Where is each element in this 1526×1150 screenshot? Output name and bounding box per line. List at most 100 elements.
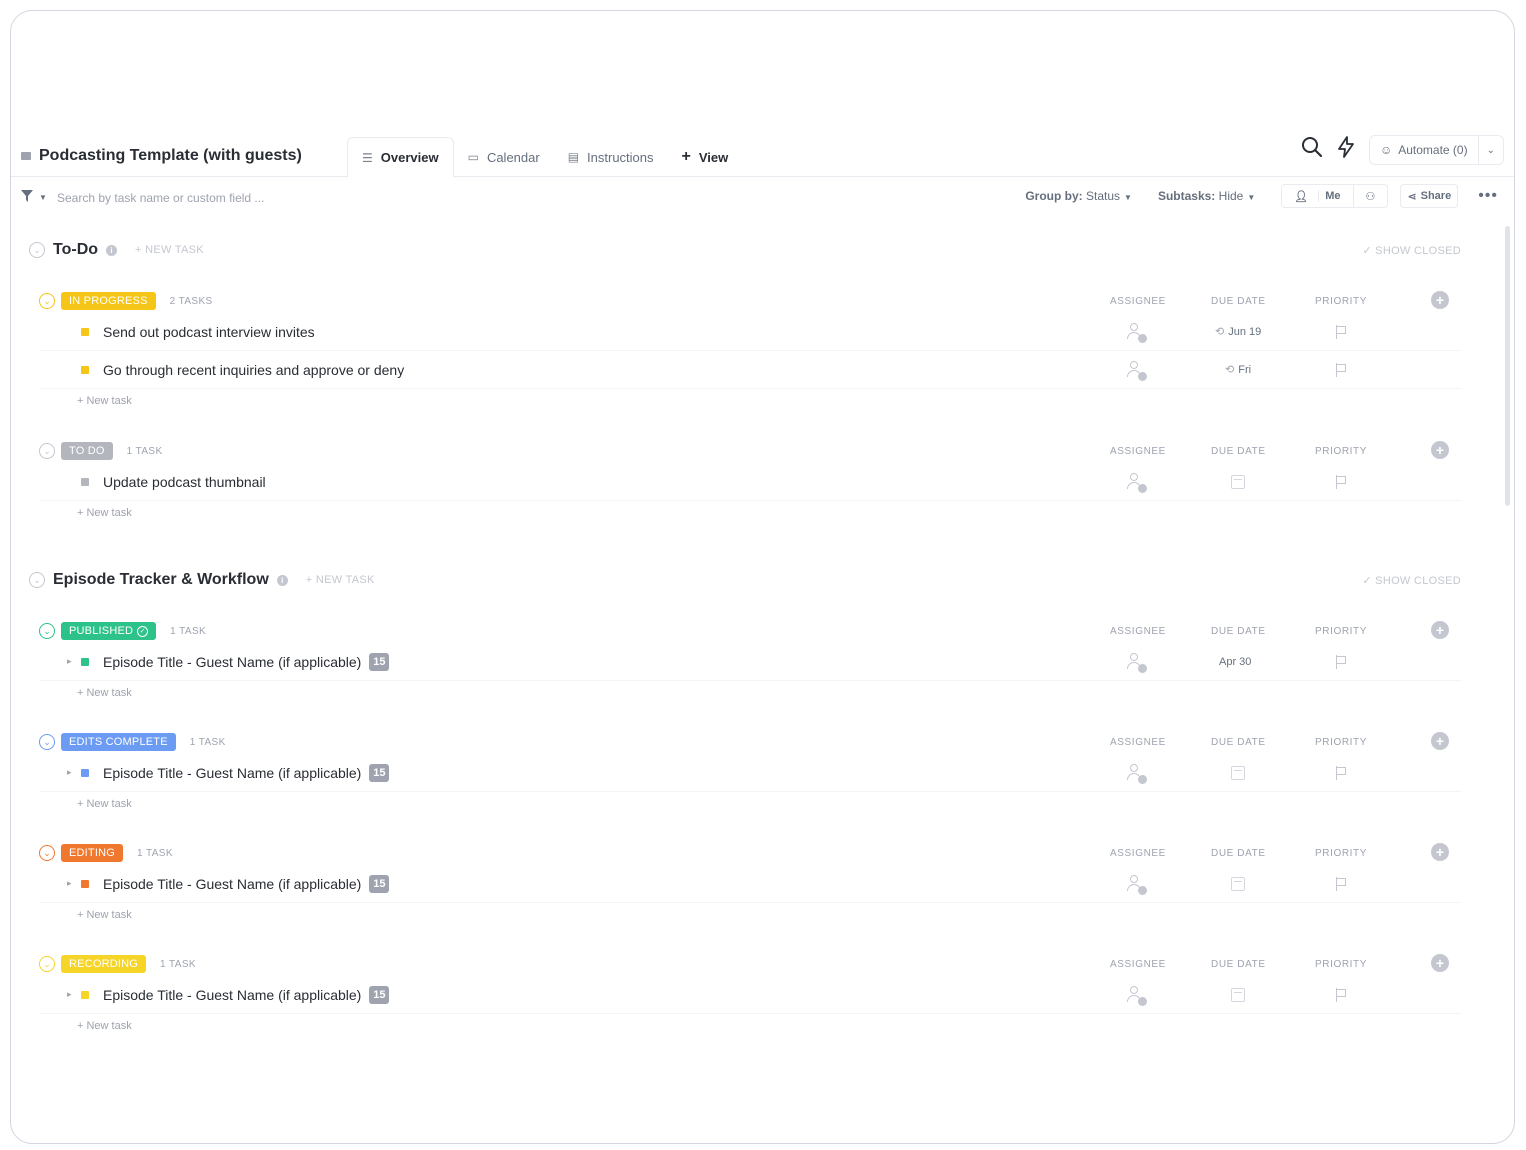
table-row[interactable]: Go through recent inquiries and approve … [39, 351, 1461, 389]
column-assignee[interactable]: ASSIGNEE [1110, 296, 1166, 307]
column-priority[interactable]: PRIORITY [1315, 296, 1367, 307]
collapse-icon[interactable]: ⌄ [39, 845, 55, 861]
lightning-icon[interactable] [1337, 136, 1355, 164]
due-date-cell[interactable] [1231, 765, 1245, 780]
priority-cell[interactable] [1335, 987, 1347, 1002]
column-due-date[interactable]: DUE DATE [1211, 959, 1266, 970]
due-date-cell[interactable]: ⟲ Jun 19 [1215, 325, 1261, 339]
priority-cell[interactable] [1335, 474, 1347, 489]
scrollbar[interactable] [1505, 226, 1510, 506]
due-date-cell[interactable] [1231, 987, 1245, 1002]
column-due-date[interactable]: DUE DATE [1211, 848, 1266, 859]
people-filter-button[interactable]: ⚇ [1352, 185, 1388, 207]
task-name[interactable]: Episode Title - Guest Name (if applicabl… [103, 763, 390, 782]
expand-arrow-icon[interactable]: ▸ [67, 989, 72, 1000]
chevron-down-icon[interactable]: ⌄ [1477, 136, 1503, 164]
due-date-cell[interactable] [1231, 876, 1245, 891]
status-badge[interactable]: EDITING [61, 844, 124, 862]
priority-cell[interactable] [1335, 324, 1347, 339]
expand-arrow-icon[interactable]: ▸ [67, 656, 72, 667]
task-name[interactable]: Episode Title - Guest Name (if applicabl… [103, 874, 390, 893]
column-assignee[interactable]: ASSIGNEE [1110, 626, 1166, 637]
priority-cell[interactable] [1335, 876, 1347, 891]
table-row[interactable]: ▸ Episode Title - Guest Name (if applica… [39, 754, 1461, 792]
due-date-cell[interactable]: ⟲ Fri [1225, 363, 1251, 377]
column-due-date[interactable]: DUE DATE [1211, 626, 1266, 637]
status-badge[interactable]: EDITS COMPLETE [61, 733, 176, 751]
table-row[interactable]: ▸ Episode Title - Guest Name (if applica… [39, 865, 1461, 903]
tab-overview[interactable]: ☰ Overview [347, 137, 454, 178]
table-row[interactable]: Update podcast thumbnail [39, 463, 1461, 501]
search-icon[interactable] [1301, 136, 1323, 164]
tab-calendar[interactable]: ▭ Calendar [454, 137, 554, 177]
status-badge[interactable]: IN PROGRESS [61, 292, 156, 310]
collapse-icon[interactable]: ⌄ [29, 242, 45, 258]
add-column-icon[interactable]: + [1431, 732, 1449, 750]
new-task-row[interactable]: + New task [39, 792, 1461, 816]
due-date-cell[interactable] [1231, 474, 1245, 489]
column-due-date[interactable]: DUE DATE [1211, 296, 1266, 307]
collapse-icon[interactable]: ⌄ [29, 572, 45, 588]
assignee-cell[interactable] [1125, 873, 1147, 895]
filter-button[interactable]: ▼ [21, 190, 47, 205]
column-priority[interactable]: PRIORITY [1315, 626, 1367, 637]
column-due-date[interactable]: DUE DATE [1211, 737, 1266, 748]
collapse-icon[interactable]: ⌄ [39, 956, 55, 972]
priority-cell[interactable] [1335, 362, 1347, 377]
new-task-row[interactable]: + New task [39, 681, 1461, 705]
add-column-icon[interactable]: + [1431, 291, 1449, 309]
due-date-cell[interactable]: Apr 30 [1219, 656, 1251, 668]
add-column-icon[interactable]: + [1431, 441, 1449, 459]
new-task-button[interactable]: + NEW TASK [135, 244, 204, 256]
assignee-cell[interactable] [1125, 984, 1147, 1006]
show-closed-button[interactable]: ✓ SHOW CLOSED [1362, 244, 1461, 257]
task-name[interactable]: Update podcast thumbnail [103, 474, 266, 490]
assignee-cell[interactable] [1125, 359, 1147, 381]
column-priority[interactable]: PRIORITY [1315, 959, 1367, 970]
share-button[interactable]: ⋖ Share [1400, 184, 1459, 208]
new-task-row[interactable]: + New task [39, 1014, 1461, 1038]
column-assignee[interactable]: ASSIGNEE [1110, 737, 1166, 748]
info-icon[interactable]: i [106, 244, 118, 256]
table-row[interactable]: ▸ Episode Title - Guest Name (if applica… [39, 976, 1461, 1014]
collapse-icon[interactable]: ⌄ [39, 623, 55, 639]
show-closed-button[interactable]: ✓ SHOW CLOSED [1362, 574, 1461, 587]
priority-cell[interactable] [1335, 765, 1347, 780]
subtasks-dropdown[interactable]: Subtasks: Hide ▼ [1158, 189, 1255, 203]
table-row[interactable]: ▸ Episode Title - Guest Name (if applica… [39, 643, 1461, 681]
priority-cell[interactable] [1335, 654, 1347, 669]
status-badge[interactable]: TO DO [61, 442, 113, 460]
column-due-date[interactable]: DUE DATE [1211, 446, 1266, 457]
task-name[interactable]: Go through recent inquiries and approve … [103, 362, 404, 378]
column-assignee[interactable]: ASSIGNEE [1110, 959, 1166, 970]
new-task-row[interactable]: + New task [39, 903, 1461, 927]
assignee-cell[interactable] [1125, 321, 1147, 343]
collapse-icon[interactable]: ⌄ [39, 293, 55, 309]
task-name[interactable]: Episode Title - Guest Name (if applicabl… [103, 652, 390, 671]
task-name[interactable]: Send out podcast interview invites [103, 324, 315, 340]
search-input[interactable] [57, 184, 357, 212]
assignee-cell[interactable] [1125, 762, 1147, 784]
column-priority[interactable]: PRIORITY [1315, 446, 1367, 457]
expand-arrow-icon[interactable]: ▸ [67, 767, 72, 778]
info-icon[interactable]: i [276, 574, 288, 586]
assignee-cell[interactable] [1125, 651, 1147, 673]
column-priority[interactable]: PRIORITY [1315, 848, 1367, 859]
new-task-button[interactable]: + NEW TASK [306, 574, 375, 586]
add-column-icon[interactable]: + [1431, 954, 1449, 972]
tab-instructions[interactable]: ▤ Instructions [554, 137, 668, 177]
group-by-dropdown[interactable]: Group by: Status ▼ [1025, 189, 1132, 203]
status-badge[interactable]: RECORDING [61, 955, 147, 973]
add-column-icon[interactable]: + [1431, 843, 1449, 861]
assignee-cell[interactable] [1125, 471, 1147, 493]
new-task-row[interactable]: + New task [39, 501, 1461, 525]
task-name[interactable]: Episode Title - Guest Name (if applicabl… [103, 985, 390, 1004]
collapse-icon[interactable]: ⌄ [39, 734, 55, 750]
me-filter-button[interactable]: 👤︎ Me [1282, 185, 1352, 207]
column-assignee[interactable]: ASSIGNEE [1110, 446, 1166, 457]
add-view-button[interactable]: + View [668, 137, 743, 177]
column-priority[interactable]: PRIORITY [1315, 737, 1367, 748]
automate-button[interactable]: ☺ Automate (0) ⌄ [1368, 135, 1504, 165]
more-options-icon[interactable]: ••• [1478, 187, 1498, 205]
expand-arrow-icon[interactable]: ▸ [67, 878, 72, 889]
